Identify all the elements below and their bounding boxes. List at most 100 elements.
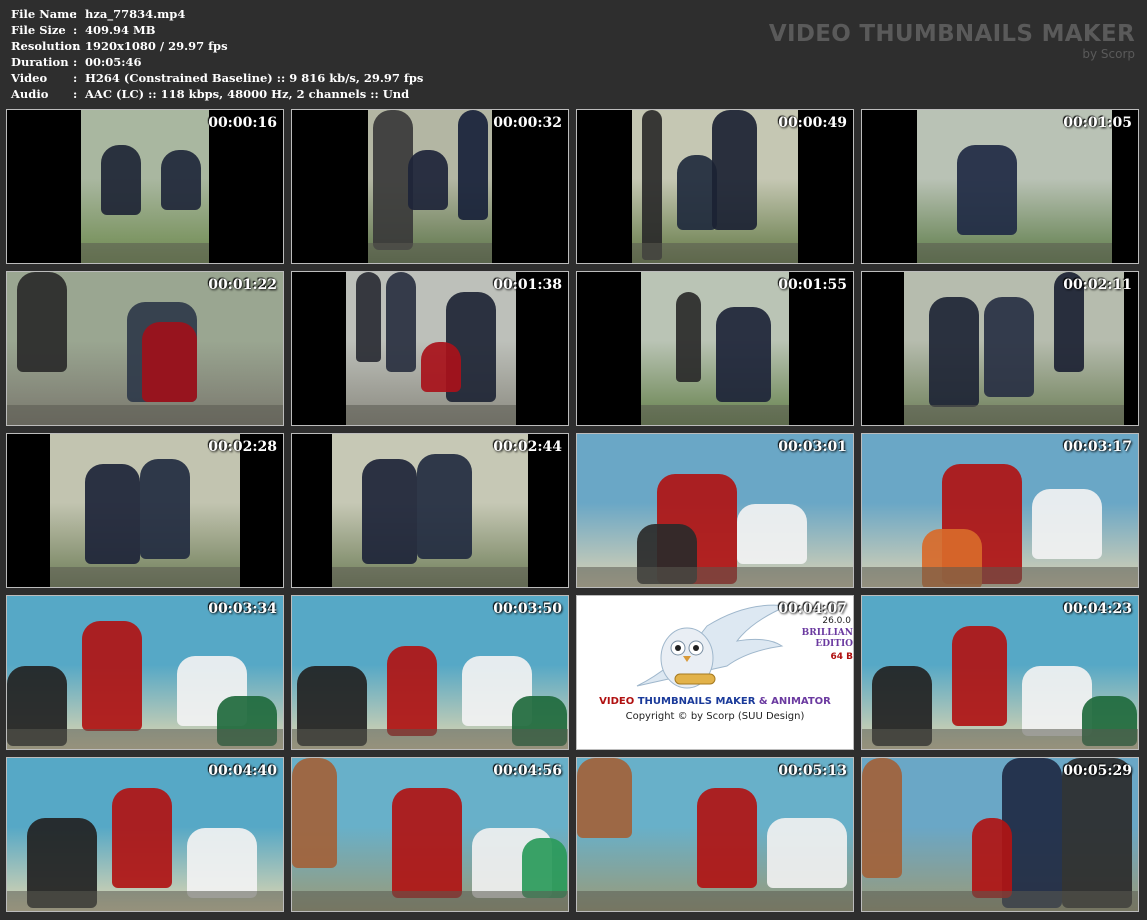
thumbnail-15: 26.0.0 BRILLIAN EDITIO 64 B VIDEO THUMBNAILS…	[576, 595, 854, 750]
thumbnail-7: 00:01:55	[576, 271, 854, 426]
header: File Name: hza_77834.mp4 File Size:409.94…	[0, 0, 1147, 106]
thumbnail-timestamp: 00:00:32	[493, 115, 562, 131]
thumbnail-3: 00:00:49	[576, 109, 854, 264]
scene-figure	[362, 459, 417, 564]
meta-key: Resolution	[11, 39, 81, 53]
thumbnail-13: 00:03:34	[6, 595, 284, 750]
thumbnail-6: 00:01:38	[291, 271, 569, 426]
thumbnail-image	[7, 596, 283, 749]
scene-figure	[373, 110, 413, 250]
logo-bits: 64 B	[830, 652, 853, 662]
scene-figure	[101, 145, 141, 215]
meta-sep: :	[73, 71, 78, 85]
scene-figure	[142, 322, 197, 402]
letterbox-left	[292, 110, 368, 263]
scene-figure	[417, 454, 472, 559]
letterbox-left	[292, 434, 332, 587]
thumbnail-image	[862, 596, 1138, 749]
meta-key: File Size	[11, 23, 66, 37]
logo-edition: BRILLIAN EDITIO	[802, 628, 853, 650]
logo-title-part3: & ANIMATOR	[755, 696, 831, 707]
duration-row: Duration:00:05:46	[11, 54, 423, 70]
logo-card: 26.0.0 BRILLIAN EDITIO 64 B VIDEO THUMBNAILS…	[577, 596, 853, 749]
thumbnail-image	[292, 758, 568, 911]
thumbnail-image	[577, 110, 853, 263]
thumbnail-image	[862, 758, 1138, 911]
letterbox-right	[516, 272, 568, 425]
scene-ground	[292, 891, 568, 911]
letterbox-right	[528, 434, 568, 587]
thumbnail-1: 00:00:16	[6, 109, 284, 264]
thumbnail-20: 00:05:29	[861, 757, 1139, 912]
letterbox-left	[7, 110, 81, 263]
meta-sep: :	[73, 87, 78, 101]
meta-sep: :	[73, 7, 78, 21]
letterbox-left	[577, 110, 632, 263]
meta-key: File Name	[11, 7, 77, 21]
scene-figure	[421, 342, 461, 392]
scene-figure	[952, 626, 1007, 726]
letterbox-left	[862, 110, 917, 263]
thumbnail-image	[7, 434, 283, 587]
scene-figure	[356, 272, 381, 362]
logo-version: 26.0.0	[822, 616, 851, 626]
scene-figure	[984, 297, 1034, 397]
thumbnail-2: 00:00:32	[291, 109, 569, 264]
thumbnail-timestamp: 00:03:34	[208, 601, 277, 617]
letterbox-left	[577, 272, 641, 425]
scene-figure	[386, 272, 416, 372]
thumbnail-19: 00:05:13	[576, 757, 854, 912]
scene-figure	[292, 758, 337, 868]
meta-key: Video	[11, 71, 48, 85]
scene-ground	[292, 567, 568, 587]
scene-figure	[712, 110, 757, 230]
audio-value: AAC (LC) :: 118 kbps, 48000 Hz, 2 channe…	[85, 87, 410, 101]
scene-ground	[577, 891, 853, 911]
letterbox-left	[7, 434, 50, 587]
scene-figure	[387, 646, 437, 736]
scene-figure	[161, 150, 201, 210]
thumbnail-image	[292, 434, 568, 587]
scene-figure	[697, 788, 757, 888]
scene-figure	[929, 297, 979, 407]
scene-figure	[17, 272, 67, 372]
thumbnail-image	[577, 758, 853, 911]
thumbnail-4: 00:01:05	[861, 109, 1139, 264]
file-size-value: 409.94 MB	[85, 23, 156, 37]
thumbnail-image	[577, 434, 853, 587]
scene-figure	[862, 758, 902, 878]
thumbnail-image	[7, 758, 283, 911]
brand-watermark: VIDEO THUMBNAILS MAKER by Scorp	[769, 20, 1135, 61]
thumbnail-image	[292, 596, 568, 749]
owl-logo-icon	[636, 604, 789, 689]
scene-ground	[7, 891, 283, 911]
scene-figure	[957, 145, 1017, 235]
brand-subtitle: by Scorp	[1082, 47, 1135, 61]
scene-figure	[458, 110, 488, 220]
scene-figure	[140, 459, 190, 559]
logo-edition-line1: BRILLIAN	[801, 628, 853, 638]
scene-ground	[7, 729, 283, 749]
letterbox-right	[240, 434, 283, 587]
letterbox-left	[292, 272, 346, 425]
scene-ground	[7, 405, 283, 425]
thumbnail-timestamp: 00:03:17	[1063, 439, 1132, 455]
scene-figure	[82, 621, 142, 731]
scene-figure	[1032, 489, 1102, 559]
thumbnail-timestamp: 00:00:49	[778, 115, 847, 131]
thumbnail-5: 00:01:22	[6, 271, 284, 426]
thumbnail-timestamp: 00:05:13	[778, 763, 847, 779]
thumbnail-timestamp: 00:04:23	[1063, 601, 1132, 617]
thumbnail-11: 00:03:01	[576, 433, 854, 588]
logo-title-part1: VIDEO	[599, 696, 638, 707]
scene-ground	[577, 567, 853, 587]
video-value: H264 (Constrained Baseline) :: 9 816 kb/…	[85, 71, 424, 85]
scene-figure	[677, 155, 717, 230]
scene-figure	[1062, 758, 1132, 908]
thumbnail-12: 00:03:17	[861, 433, 1139, 588]
thumbnail-image	[862, 272, 1138, 425]
thumbnail-timestamp: 00:02:44	[493, 439, 562, 455]
thumbnail-timestamp: 00:01:05	[1063, 115, 1132, 131]
video-row: Video: H264 (Constrained Baseline) :: 9 8…	[11, 70, 423, 86]
file-info: File Name: hza_77834.mp4 File Size:409.94…	[11, 6, 423, 102]
